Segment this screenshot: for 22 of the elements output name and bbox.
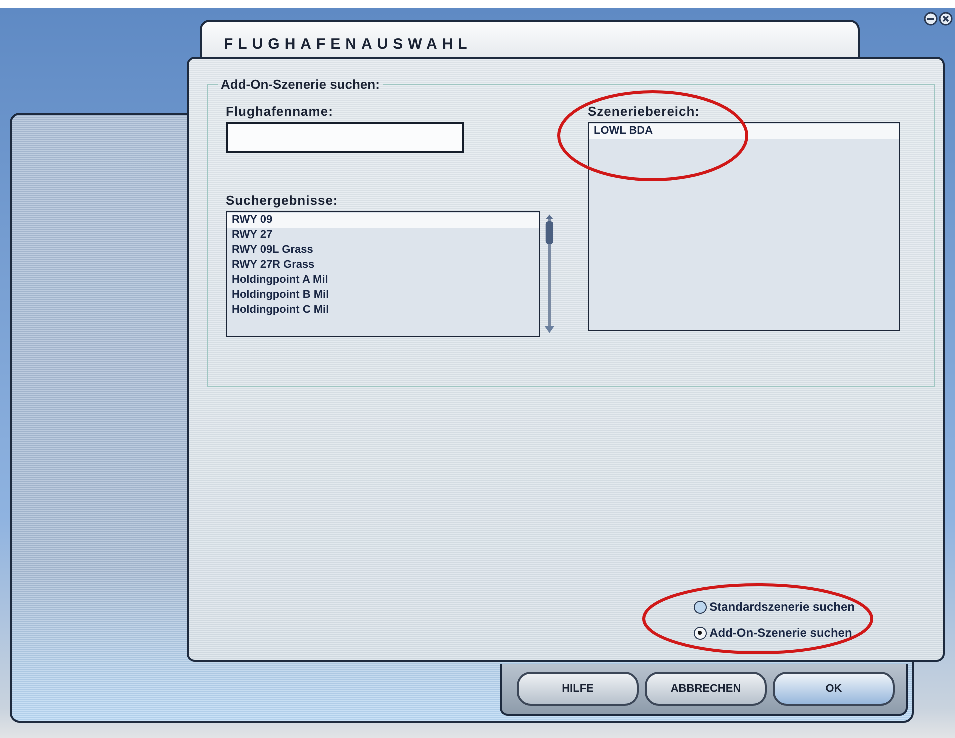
list-item[interactable]: RWY 27: [227, 228, 539, 243]
list-item[interactable]: LOWL BDA: [589, 124, 899, 139]
list-item[interactable]: RWY 27R Grass: [227, 258, 539, 273]
radio-button[interactable]: [694, 600, 707, 614]
list-label: Suchergebnisse:: [226, 193, 340, 208]
list-item[interactable]: RWY 09L Grass: [227, 243, 539, 258]
dialog-button[interactable]: ABBRECHEN: [645, 672, 767, 706]
list-item[interactable]: Holdingpoint B Mil: [227, 288, 539, 303]
dialog-button[interactable]: HILFE: [517, 672, 639, 706]
minimize-icon[interactable]: [924, 12, 938, 26]
radio-label: Add-On-Szenerie suchen: [710, 626, 852, 640]
field-label: Flughafenname:: [226, 104, 334, 119]
list-label: Szeneriebereich:: [588, 104, 702, 119]
dialog-button[interactable]: OK: [773, 672, 895, 706]
list-item[interactable]: Holdingpoint C Mil: [227, 303, 539, 318]
airport-name-field[interactable]: [226, 122, 464, 153]
group-title: Add-On-Szenerie suchen:: [220, 77, 381, 92]
radio-label: Standardszenerie suchen: [710, 600, 855, 614]
list-item[interactable]: Holdingpoint A Mil: [227, 273, 539, 288]
close-icon[interactable]: [939, 12, 953, 26]
radio-button[interactable]: [694, 626, 707, 640]
list-item[interactable]: RWY 09: [227, 213, 539, 228]
